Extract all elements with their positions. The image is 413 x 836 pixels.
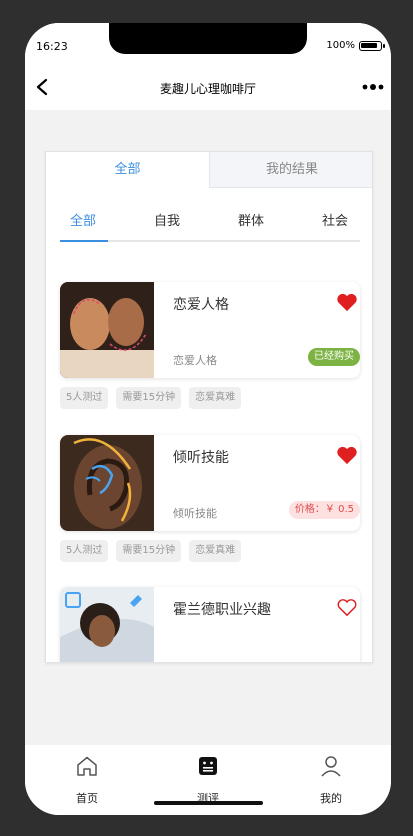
- test-title: 恋爱人格: [173, 297, 229, 313]
- tab-mine[interactable]: 我的: [291, 745, 371, 815]
- tag-duration: 需要15分钟: [116, 540, 182, 562]
- test-list-card: 全部 我的结果 全部 自我 群体 社会 恋爱人格 恋爱人格 已经购买 5人测过 …: [45, 151, 373, 663]
- tab-home[interactable]: 首页: [47, 745, 127, 815]
- category-tab-group[interactable]: 群体: [238, 210, 264, 229]
- heart-icon[interactable]: [336, 445, 358, 465]
- category-active-indicator: [60, 240, 108, 242]
- phone-screen: 16:23 100% 麦趣儿心理咖啡厅 全部 我的结果 全部 自我 群体 社会: [25, 23, 391, 815]
- tab-label-home: 首页: [76, 792, 98, 805]
- battery-percentage: 100%: [326, 40, 355, 51]
- tag-testers: 5人测过: [60, 387, 109, 409]
- price-badge: 价格：￥ 0.5: [288, 501, 360, 519]
- more-dots-icon[interactable]: [361, 81, 385, 93]
- nav-bar: 麦趣儿心理咖啡厅: [25, 63, 391, 110]
- category-tab-self[interactable]: 自我: [154, 210, 180, 229]
- tag-topic: 恋爱真难: [189, 387, 242, 409]
- tab-label-mine: 我的: [320, 792, 342, 805]
- test-item-holland-career[interactable]: 霍兰德职业兴趣: [60, 587, 360, 662]
- heart-icon[interactable]: [336, 292, 358, 312]
- home-icon: [77, 756, 97, 776]
- home-indicator: [154, 801, 263, 805]
- category-tab-all[interactable]: 全部: [70, 210, 96, 229]
- segment-all[interactable]: 全部: [46, 152, 209, 188]
- notch: [109, 23, 307, 54]
- test-thumbnail-image: [60, 435, 154, 531]
- segment-control: 全部 我的结果: [46, 152, 372, 188]
- category-tabs: 全部 自我 群体 社会: [60, 202, 360, 242]
- tag-testers: 5人测过: [60, 540, 109, 562]
- test-title: 倾听技能: [173, 450, 229, 466]
- test-item-love-personality[interactable]: 恋爱人格 恋爱人格 已经购买: [60, 282, 360, 378]
- tag-duration: 需要15分钟: [116, 387, 182, 409]
- tag-topic: 恋爱真难: [189, 540, 242, 562]
- test-tags: 5人测过 需要15分钟 恋爱真难: [60, 540, 370, 562]
- battery-icon: [359, 41, 385, 51]
- segment-my-results[interactable]: 我的结果: [209, 152, 372, 188]
- clipboard-icon: [199, 757, 217, 775]
- user-icon: [321, 756, 341, 777]
- test-subtitle: 恋爱人格: [173, 354, 217, 367]
- test-title: 霍兰德职业兴趣: [173, 602, 271, 618]
- heart-outline-icon[interactable]: [336, 597, 358, 617]
- test-subtitle: 倾听技能: [173, 507, 217, 520]
- test-thumbnail-image: [60, 587, 154, 662]
- status-time: 16:23: [36, 40, 68, 53]
- page-title: 麦趣儿心理咖啡厅: [159, 82, 256, 96]
- purchased-badge: 已经购买: [308, 348, 360, 366]
- test-tags: 5人测过 需要15分钟 恋爱真难: [60, 387, 370, 409]
- test-item-listening-skill[interactable]: 倾听技能 倾听技能 价格：￥ 0.5: [60, 435, 360, 531]
- category-tab-society[interactable]: 社会: [322, 210, 348, 229]
- test-thumbnail-image: [60, 282, 154, 378]
